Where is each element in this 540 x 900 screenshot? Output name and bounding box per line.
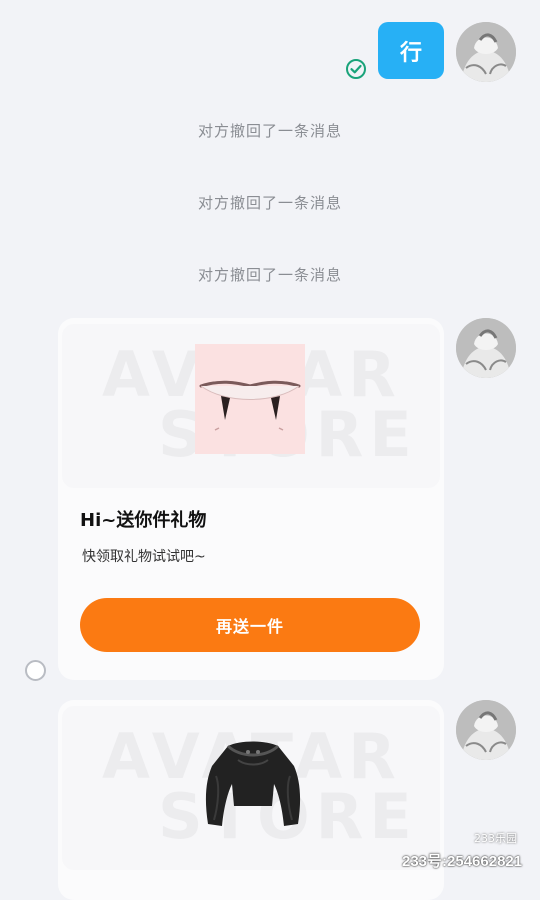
recall-notice: 对方撤回了一条消息 bbox=[197, 122, 342, 140]
recall-notice: 对方撤回了一条消息 bbox=[197, 266, 342, 284]
avatar-photo bbox=[456, 700, 516, 760]
avatar-photo bbox=[456, 318, 516, 378]
send-another-button[interactable]: 再送一件 bbox=[80, 598, 420, 652]
gift-card-title: Hi~送你件礼物 bbox=[80, 510, 207, 531]
user-avatar[interactable] bbox=[456, 22, 516, 82]
leather-jacket-image bbox=[198, 736, 308, 836]
sender-avatar[interactable] bbox=[456, 700, 516, 760]
gift-card-subtitle: 快领取礼物试试吧~ bbox=[82, 549, 206, 565]
sender-avatar[interactable] bbox=[456, 318, 516, 378]
vampire-fangs-image bbox=[195, 344, 305, 454]
platform-watermark-id: 233号:254662821 bbox=[402, 853, 523, 870]
gift-preview: AVATAR STORE bbox=[62, 324, 440, 488]
select-radio[interactable] bbox=[25, 660, 46, 681]
gift-card[interactable]: AVATAR STORE bbox=[58, 700, 444, 900]
sent-message-bubble[interactable]: 行 bbox=[378, 22, 444, 79]
read-check-icon bbox=[345, 58, 367, 80]
recall-notice: 对方撤回了一条消息 bbox=[197, 194, 342, 212]
gift-preview: AVATAR STORE bbox=[62, 706, 440, 870]
gift-card[interactable]: AVATAR STORE Hi~送你件礼物 快领取礼物试试吧~ 再送一件 bbox=[58, 318, 444, 680]
platform-watermark-logo: 233乐园 bbox=[474, 832, 517, 845]
avatar-photo bbox=[456, 22, 516, 82]
